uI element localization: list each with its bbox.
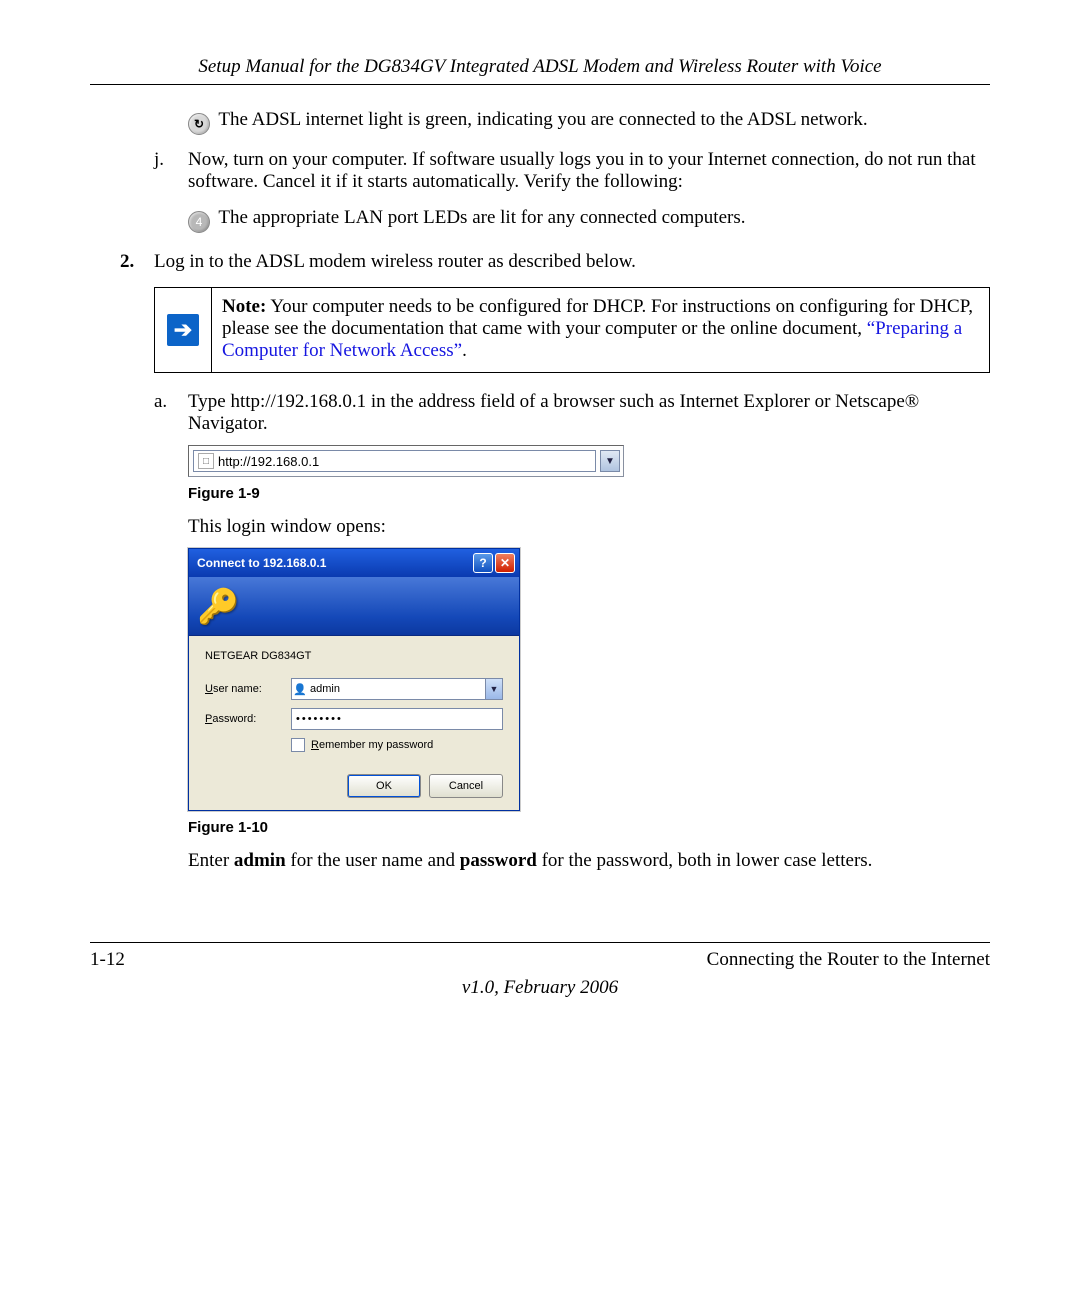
enter-credentials-text: Enter admin for the user name and passwo… (188, 850, 990, 872)
address-bar[interactable]: □ http://192.168.0.1 ▼ (188, 445, 624, 477)
note-period: . (462, 340, 467, 361)
address-value: http://192.168.0.1 (218, 454, 319, 469)
figure-1-10-label: Figure 1-10 (188, 819, 990, 836)
remember-checkbox[interactable] (291, 738, 305, 752)
password-input[interactable]: •••••••• (291, 708, 503, 730)
step-j-text: Now, turn on your computer. If software … (188, 149, 990, 193)
lan-led-text: The appropriate LAN port LEDs are lit fo… (218, 207, 745, 228)
address-dropdown-button[interactable]: ▼ (600, 450, 620, 472)
login-window-opens-text: This login window opens: (188, 516, 990, 538)
step-a-text: Type http://192.168.0.1 in the address f… (188, 391, 990, 435)
address-inner: □ http://192.168.0.1 (193, 450, 596, 472)
step-2-marker: 2. (120, 251, 154, 273)
remember-label: Remember my password (311, 739, 433, 751)
section-name: Connecting the Router to the Internet (707, 949, 990, 971)
arrow-right-icon: ➔ (167, 314, 199, 346)
header-rule (90, 84, 990, 85)
chevron-down-icon: ▼ (605, 456, 615, 467)
lan-led-item: 4 The appropriate LAN port LEDs are lit … (188, 207, 990, 233)
chevron-down-icon: ▼ (490, 684, 499, 694)
realm-text: NETGEAR DG834GT (205, 650, 503, 662)
keys-icon: 🔑 (197, 587, 241, 627)
user-icon: 👤 (292, 683, 308, 696)
note-text: Your computer needs to be configured for… (222, 296, 973, 339)
username-dropdown-button[interactable]: ▼ (485, 679, 502, 699)
dialog-titlebar: Connect to 192.168.0.1 ? ✕ (189, 549, 519, 577)
adsl-light-item: ↻ The ADSL internet light is green, indi… (188, 109, 990, 135)
lan-badge-icon: 4 (188, 211, 210, 233)
help-button[interactable]: ? (473, 553, 493, 573)
page-icon: □ (198, 453, 214, 469)
step-2-text: Log in to the ADSL modem wireless router… (154, 251, 636, 273)
note-label: Note: (222, 296, 266, 317)
password-label: Password: (205, 713, 291, 725)
ok-button[interactable]: OK (347, 774, 421, 798)
internet-icon: ↻ (188, 113, 210, 135)
note-body: Note: Your computer needs to be configur… (212, 288, 989, 372)
dialog-title: Connect to 192.168.0.1 (197, 556, 326, 570)
cancel-button[interactable]: Cancel (429, 774, 503, 798)
login-dialog: Connect to 192.168.0.1 ? ✕ 🔑 NETGEAR DG8… (188, 548, 520, 811)
adsl-light-text: The ADSL internet light is green, indica… (218, 109, 867, 130)
close-icon: ✕ (500, 556, 510, 570)
username-combo[interactable]: 👤 admin ▼ (291, 678, 503, 700)
username-label: User name: (205, 683, 291, 695)
page-number: 1-12 (90, 949, 125, 971)
close-button[interactable]: ✕ (495, 553, 515, 573)
doc-version: v1.0, February 2006 (90, 977, 990, 999)
step-j-marker: j. (154, 149, 188, 193)
footer-rule (90, 942, 990, 943)
note-icon-cell: ➔ (155, 288, 212, 372)
dialog-banner: 🔑 (189, 577, 519, 636)
step-a-marker: a. (154, 391, 188, 435)
page-header-title: Setup Manual for the DG834GV Integrated … (90, 56, 990, 78)
figure-1-9-label: Figure 1-9 (188, 485, 990, 502)
note-box: ➔ Note: Your computer needs to be config… (154, 287, 990, 373)
username-value: admin (308, 683, 485, 695)
